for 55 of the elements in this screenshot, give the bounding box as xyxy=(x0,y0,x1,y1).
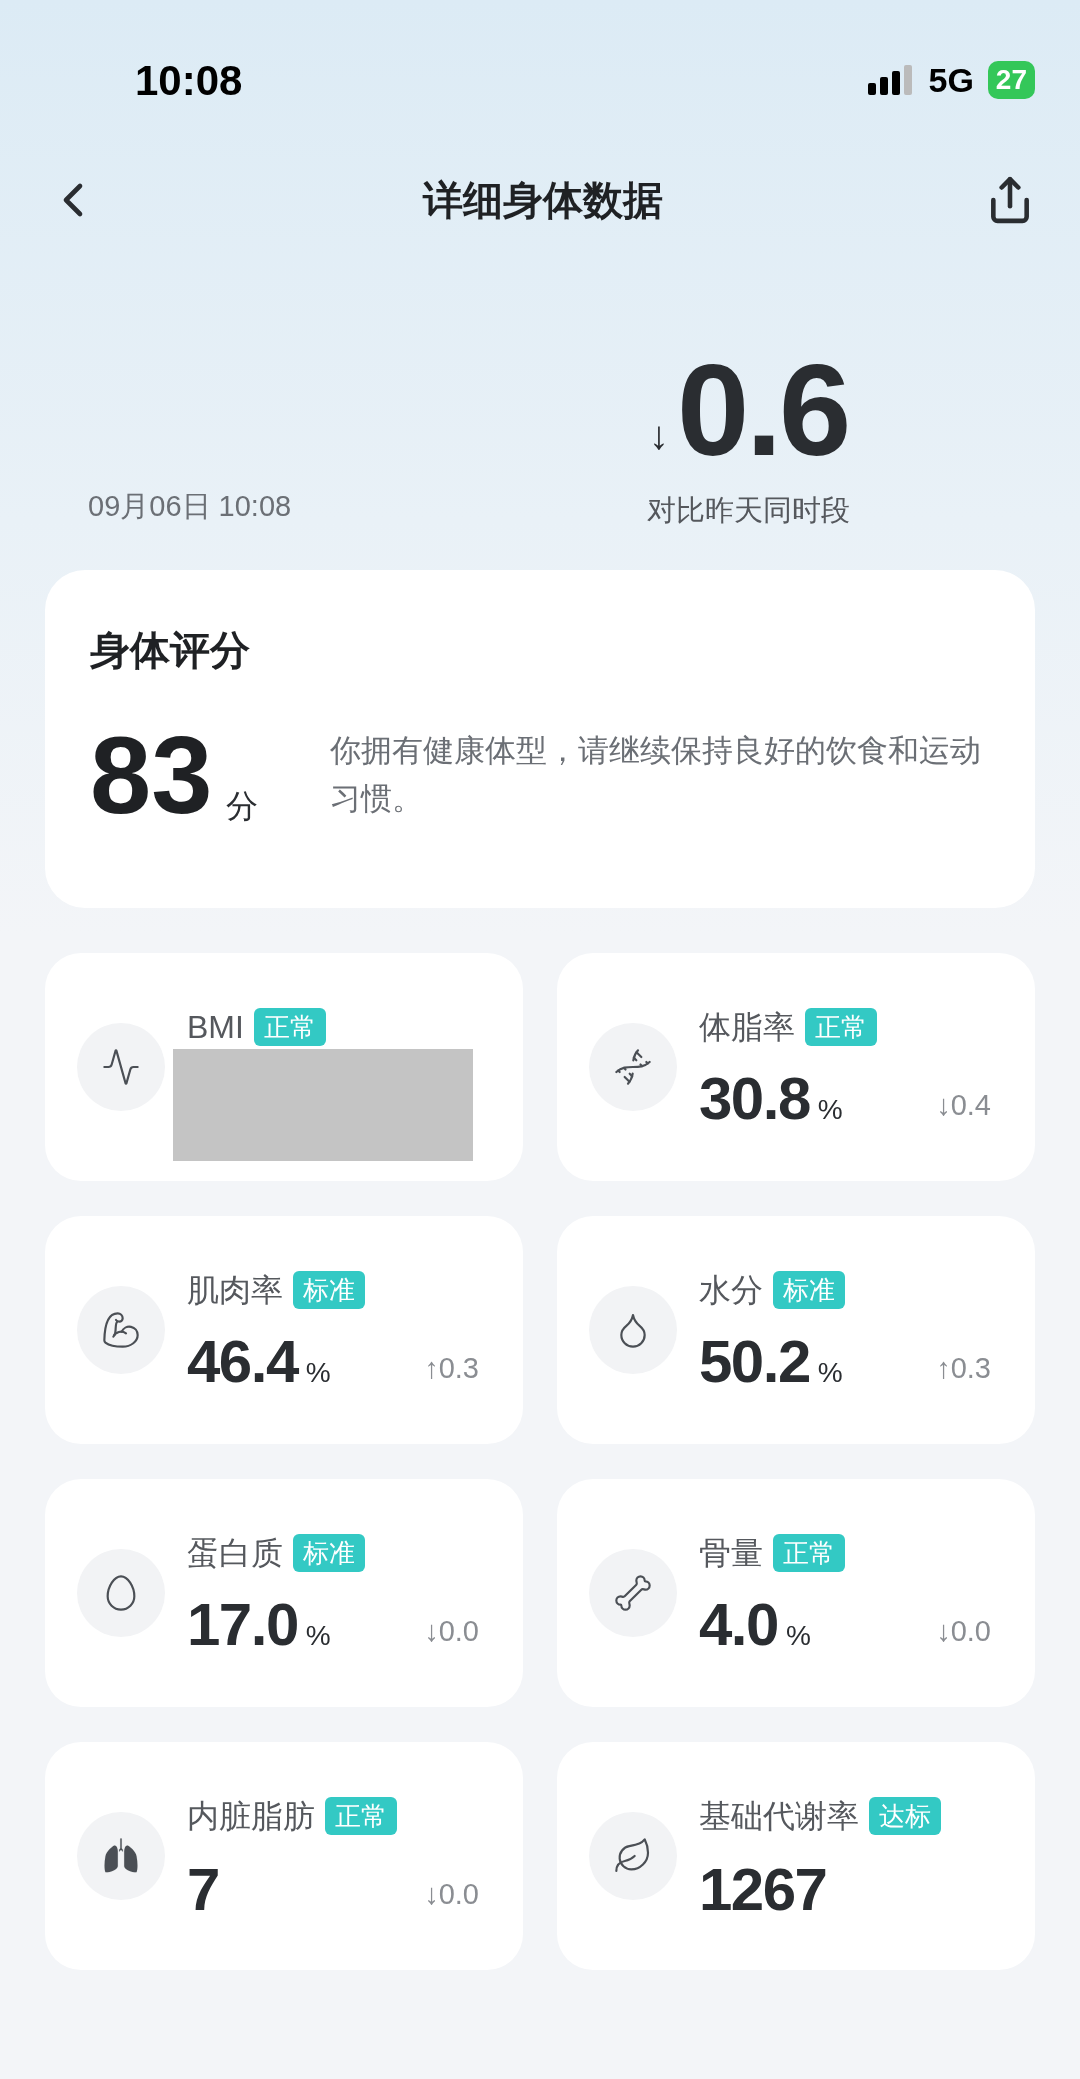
page-title: 详细身体数据 xyxy=(423,177,663,224)
metric-name: BMI xyxy=(187,1008,244,1047)
score-unit: 分 xyxy=(226,787,259,826)
signal-icon xyxy=(868,65,915,95)
status-tag: 正常 xyxy=(325,1797,397,1835)
score-value: 83 xyxy=(90,720,213,830)
metric-card[interactable]: 体脂率 正常 30.8% ↓0.4 xyxy=(557,953,1035,1181)
unit-label: % xyxy=(817,1093,843,1127)
change-value: 0.6 xyxy=(677,344,848,475)
date-time: 09月06日 10:08 xyxy=(88,488,292,524)
metric-name: 水分 xyxy=(699,1271,763,1310)
metric-value: 46.4 xyxy=(187,1332,298,1392)
metric-card[interactable]: 水分 标准 50.2% ↑0.3 xyxy=(557,1216,1035,1444)
metric-value: 1267 xyxy=(699,1860,827,1920)
trend-arrow: ↓ xyxy=(649,411,669,459)
metric-card[interactable]: 内脏脂肪 正常 7 ↓0.0 xyxy=(45,1742,523,1970)
metric-value: 50.2 xyxy=(699,1332,810,1392)
metric-card[interactable]: 肌肉率 标准 46.4% ↑0.3 xyxy=(45,1216,523,1444)
change-value: ↓0.0 xyxy=(424,1876,479,1912)
unit-label: % xyxy=(817,1356,843,1390)
metric-value: 17.0 xyxy=(187,1595,298,1655)
unit-label: % xyxy=(305,1356,331,1390)
change-value: ↓0.0 xyxy=(936,1613,991,1649)
status-tag: 达标 xyxy=(869,1797,941,1835)
status-tag: 正常 xyxy=(773,1534,845,1572)
status-tag: 标准 xyxy=(293,1271,365,1309)
change-value: ↓0.0 xyxy=(424,1613,479,1649)
battery-indicator: 27 xyxy=(987,61,1035,99)
unit-label: % xyxy=(305,1619,331,1653)
metric-name: 基础代谢率 xyxy=(699,1797,859,1836)
metric-card[interactable]: 蛋白质 标准 17.0% ↓0.0 xyxy=(45,1479,523,1707)
comparison-caption: 对比昨天同时段 xyxy=(647,492,850,528)
metric-value: 7 xyxy=(187,1860,219,1920)
metric-card[interactable]: 骨量 正常 4.0% ↓0.0 xyxy=(557,1479,1035,1707)
metric-name: 蛋白质 xyxy=(187,1534,283,1573)
status-time: 10:08 xyxy=(135,55,243,106)
metric-card[interactable]: BMI 正常 xyxy=(45,953,523,1181)
change-value: ↑0.3 xyxy=(936,1350,991,1386)
status-tag: 正常 xyxy=(805,1008,877,1046)
metric-value: 30.8 xyxy=(699,1069,810,1129)
unit-label: % xyxy=(785,1619,811,1653)
card-title: 身体评分 xyxy=(90,627,251,674)
metric-name: 体脂率 xyxy=(699,1008,795,1047)
metric-name: 骨量 xyxy=(699,1534,763,1573)
change-value: ↑0.3 xyxy=(424,1350,479,1386)
score-description: 你拥有健康体型，请继续保持良好的饮食和运动习惯。 xyxy=(330,732,982,818)
network-label: 5G xyxy=(928,59,974,101)
metric-name: 内脏脂肪 xyxy=(187,1797,315,1836)
metric-name: 肌肉率 xyxy=(187,1271,283,1310)
status-tag: 标准 xyxy=(773,1271,845,1309)
metric-value: 4.0 xyxy=(699,1595,778,1655)
status-tag: 正常 xyxy=(253,1008,326,1046)
status-tag: 标准 xyxy=(293,1534,365,1572)
metric-card[interactable]: 基础代谢率 达标 1267 xyxy=(557,1742,1035,1970)
change-value: ↓0.4 xyxy=(936,1087,991,1123)
